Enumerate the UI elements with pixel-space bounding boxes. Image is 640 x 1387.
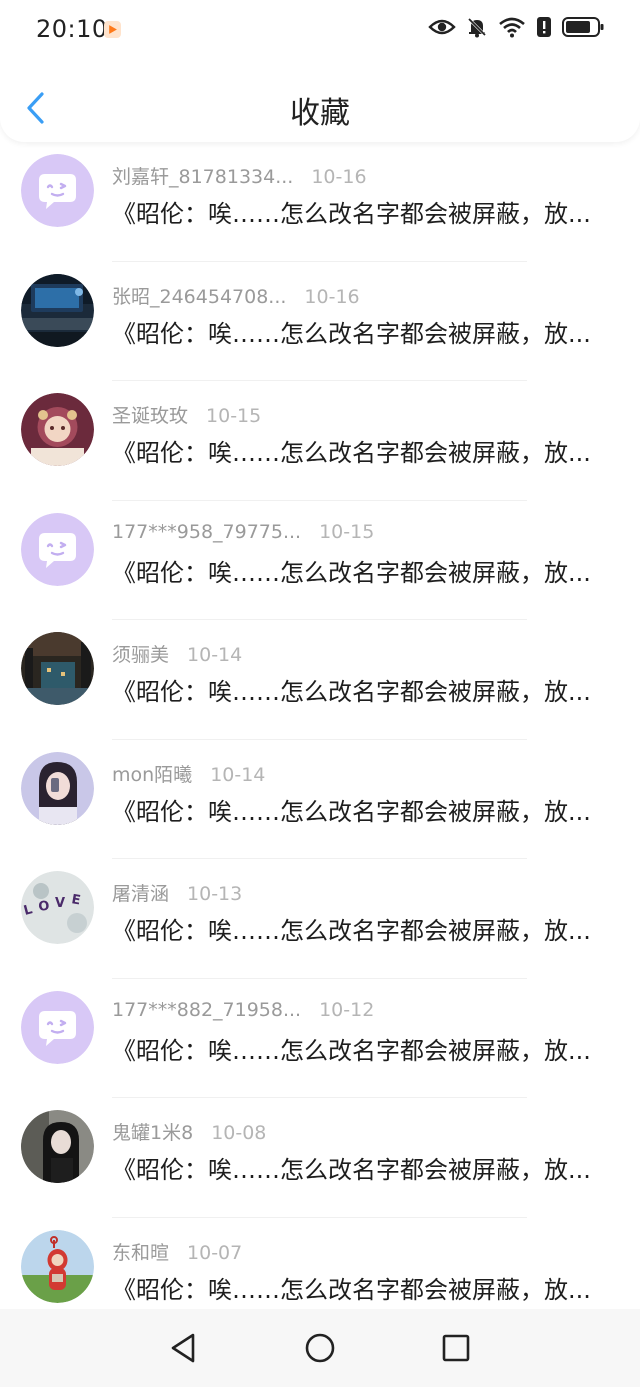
item-meta: 张昭_246454708... 10-16 <box>112 282 360 309</box>
user-name: 屠清涵 <box>112 883 170 905</box>
wifi-icon <box>498 16 526 42</box>
app-header: 20:10 收藏 <box>0 0 640 142</box>
nav-bar-top: 收藏 <box>0 70 640 142</box>
item-date: 10-12 <box>319 998 375 1021</box>
status-icons <box>428 16 604 42</box>
eye-icon <box>428 17 456 41</box>
item-message: 《昭伦：唉……怎么改名字都会被屏蔽，放... <box>112 439 591 467</box>
user-name: 鬼罐1米8 <box>112 1122 194 1144</box>
item-date: 10-07 <box>187 1241 243 1264</box>
list-item[interactable]: 须骊美 10-14 《昭伦：唉……怎么改名字都会被屏蔽，放... <box>0 620 640 740</box>
svg-text:V: V <box>55 896 65 911</box>
item-message: 《昭伦：唉……怎么改名字都会被屏蔽，放... <box>112 917 591 945</box>
teletubby-photo <box>21 1229 94 1303</box>
item-date: 10-14 <box>210 763 266 786</box>
item-meta: 177***958_79775... 10-15 <box>112 521 374 543</box>
girl-selfie-photo <box>21 751 94 825</box>
user-name: 圣诞玫玫 <box>112 405 189 427</box>
item-meta: 刘嘉轩_81781334... 10-16 <box>112 162 367 189</box>
user-name: 177***882_71958... <box>112 998 302 1021</box>
item-date: 10-13 <box>187 883 243 905</box>
default-chat-avatar <box>21 154 94 227</box>
item-meta: 屠清涵 10-13 <box>112 879 242 906</box>
alert-icon <box>536 16 552 42</box>
default-chat-avatar <box>21 990 94 1064</box>
item-meta: 东和暄 10-07 <box>112 1238 242 1265</box>
item-message: 《昭伦：唉……怎么改名字都会被屏蔽，放... <box>112 797 591 826</box>
item-meta: 177***882_71958... 10-12 <box>112 999 374 1021</box>
item-message: 《昭伦：唉……怎么改名字都会被屏蔽，放... <box>112 200 591 228</box>
status-time: 20:10 <box>36 15 108 43</box>
bell-muted-icon <box>466 16 488 42</box>
default-chat-avatar <box>21 512 94 586</box>
item-message: 《昭伦：唉……怎么改名字都会被屏蔽，放... <box>112 1156 591 1184</box>
item-meta: mon陌曦 10-14 <box>112 760 265 787</box>
dark-hair-girl-photo <box>21 1110 94 1183</box>
user-name: 177***958_79775... <box>112 520 302 543</box>
item-message: 《昭伦：唉……怎么改名字都会被屏蔽，放... <box>112 1036 591 1065</box>
list-item[interactable]: 177***882_71958... 10-12 《昭伦：唉……怎么改名字都会被屏… <box>0 979 640 1098</box>
system-nav-bar <box>0 1309 640 1387</box>
item-meta: 圣诞玫玫 10-15 <box>112 401 261 428</box>
item-date: 10-16 <box>311 166 367 188</box>
item-date: 10-14 <box>187 644 243 666</box>
svg-text:O: O <box>37 899 50 915</box>
desk-setup-photo <box>21 273 94 347</box>
list-item[interactable]: 177***958_79775... 10-15 《昭伦：唉……怎么改名字都会被屏… <box>0 501 640 620</box>
square-recents-icon[interactable] <box>436 1328 476 1368</box>
page-title: 收藏 <box>290 96 350 131</box>
cartoon-girl-photo <box>21 393 94 466</box>
battery-icon <box>562 16 604 42</box>
item-date: 10-15 <box>206 405 262 427</box>
circle-home-icon[interactable] <box>300 1328 340 1368</box>
item-meta: 鬼罐1米8 10-08 <box>112 1118 266 1145</box>
city-photo <box>21 632 94 705</box>
user-name: mon陌曦 <box>112 763 193 786</box>
app-notification-icon <box>104 21 121 38</box>
list-item[interactable]: 圣诞玫玫 10-15 《昭伦：唉……怎么改名字都会被屏蔽，放... <box>0 381 640 501</box>
favorites-list: 刘嘉轩_81781334... 10-16 《昭伦：唉……怎么改名字都会被屏蔽，放… <box>0 142 640 1337</box>
love-letters-photo: LOVE <box>21 871 94 944</box>
user-name: 刘嘉轩_81781334... <box>112 166 294 188</box>
user-name: 张昭_246454708... <box>112 285 287 308</box>
item-message: 《昭伦：唉……怎么改名字都会被屏蔽，放... <box>112 678 591 706</box>
item-message: 《昭伦：唉……怎么改名字都会被屏蔽，放... <box>112 1275 591 1304</box>
list-item[interactable]: 鬼罐1米8 10-08 《昭伦：唉……怎么改名字都会被屏蔽，放... <box>0 1098 640 1218</box>
item-message: 《昭伦：唉……怎么改名字都会被屏蔽，放... <box>112 319 591 348</box>
status-bar: 20:10 <box>0 0 640 60</box>
list-item[interactable]: mon陌曦 10-14 《昭伦：唉……怎么改名字都会被屏蔽，放... <box>0 740 640 859</box>
item-message: 《昭伦：唉……怎么改名字都会被屏蔽，放... <box>112 558 591 587</box>
item-date: 10-16 <box>304 285 360 308</box>
user-name: 须骊美 <box>112 644 170 666</box>
item-date: 10-08 <box>211 1122 267 1144</box>
item-meta: 须骊美 10-14 <box>112 640 242 667</box>
item-date: 10-15 <box>319 520 375 543</box>
list-item[interactable]: LOVE 屠清涵 10-13 《昭伦：唉……怎么改名字都会被屏蔽，放... <box>0 859 640 979</box>
triangle-back-icon[interactable] <box>163 1328 203 1368</box>
list-item[interactable]: 张昭_246454708... 10-16 《昭伦：唉……怎么改名字都会被屏蔽，放… <box>0 262 640 381</box>
user-name: 东和暄 <box>112 1241 170 1264</box>
list-item[interactable]: 刘嘉轩_81781334... 10-16 《昭伦：唉……怎么改名字都会被屏蔽，放… <box>0 142 640 262</box>
